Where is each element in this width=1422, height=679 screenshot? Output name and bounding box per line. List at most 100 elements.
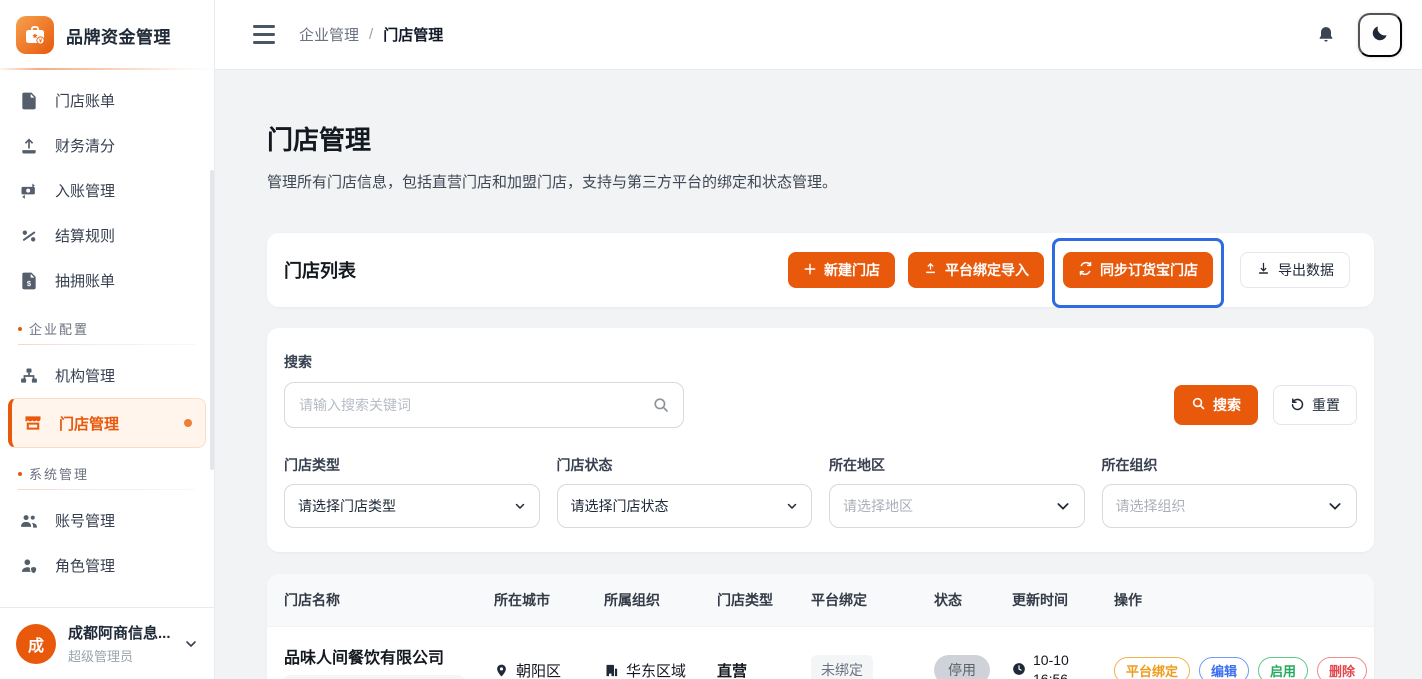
- updated-time: 16:56: [1033, 671, 1069, 679]
- select-value: 请选择组织: [1116, 496, 1186, 516]
- logo-divider: [0, 68, 214, 70]
- sidebar-item-commission-bills[interactable]: $ 抽拥账单: [0, 258, 214, 303]
- platform-binding-import-button[interactable]: 平台绑定导入: [908, 252, 1044, 288]
- sidebar-item-label: 结算规则: [55, 225, 115, 246]
- sidebar-item-org-mgmt[interactable]: 机构管理: [0, 353, 214, 398]
- users-icon: [18, 510, 40, 532]
- filter-label: 门店类型: [284, 455, 540, 475]
- topbar-actions: [1316, 13, 1402, 57]
- sidebar-toggle-button[interactable]: [253, 25, 275, 44]
- search-button[interactable]: 搜索: [1174, 385, 1258, 425]
- col-header-org: 所属组织: [604, 590, 717, 610]
- section-bullet-icon: [18, 327, 22, 331]
- sidebar-item-income-mgmt[interactable]: 入账管理: [0, 168, 214, 213]
- brand: ¥ 品牌资金管理: [0, 0, 214, 68]
- brand-logo-icon: ¥: [16, 16, 54, 54]
- filter-organization: 所在组织 请选择组织: [1102, 455, 1358, 528]
- sidebar-item-store-mgmt[interactable]: 门店管理: [8, 398, 206, 448]
- chevron-down-icon: [1327, 498, 1343, 514]
- chevron-down-icon: [183, 636, 199, 652]
- search-buttons: 搜索 重置: [1174, 385, 1357, 425]
- filter-label: 门店状态: [557, 455, 813, 475]
- sidebar-item-label: 机构管理: [55, 365, 115, 386]
- sidebar-item-label: 门店账单: [55, 90, 115, 111]
- search-filter-card: 搜索 搜索 重置: [267, 328, 1374, 552]
- filter-label: 所在地区: [829, 455, 1085, 475]
- delete-action-button[interactable]: 删除: [1317, 657, 1367, 679]
- money-transfer-icon: [18, 180, 40, 202]
- create-store-button[interactable]: 新建门店: [788, 252, 895, 288]
- plus-icon: [803, 262, 817, 279]
- sidebar-item-finance-clearing[interactable]: 财务清分: [0, 123, 214, 168]
- sidebar-item-store-bills[interactable]: 门店账单: [0, 78, 214, 123]
- section-bullet-icon: [18, 472, 22, 476]
- col-header-updated: 更新时间: [1012, 590, 1114, 610]
- col-header-city: 所在城市: [494, 590, 604, 610]
- section-divider: [18, 344, 196, 345]
- sidebar-item-label: 门店管理: [59, 413, 119, 434]
- col-header-store-name: 门店名称: [284, 590, 494, 610]
- active-indicator-dot-icon: [184, 419, 192, 427]
- chevron-down-icon: [514, 500, 526, 512]
- filter-label: 所在组织: [1102, 455, 1358, 475]
- store-status-select[interactable]: 请选择门店状态: [557, 484, 813, 528]
- breadcrumb: 企业管理 / 门店管理: [299, 24, 443, 45]
- sync-dinghuobao-stores-label: 同步订货宝门店: [1100, 260, 1198, 280]
- page-title: 门店管理: [267, 120, 1374, 157]
- city-cell: 朝阳区: [494, 660, 604, 679]
- search-row: 搜索 重置: [284, 382, 1357, 428]
- reset-button-label: 重置: [1312, 395, 1340, 415]
- user-info: 成都阿商信息... 超级管理员: [68, 622, 171, 665]
- binding-cell: 未绑定: [811, 655, 934, 679]
- sidebar-scrollbar[interactable]: [210, 170, 214, 470]
- table-row: 品味人间餐饮有限公司 ST2025101005900771561 朝阳区 华东区…: [267, 626, 1374, 679]
- region-select[interactable]: 请选择地区: [829, 484, 1085, 528]
- binding-status-badge: 未绑定: [811, 655, 873, 679]
- col-header-status: 状态: [934, 590, 1012, 610]
- updated-time-cell: 10-10 16:56: [1012, 652, 1114, 679]
- dark-mode-toggle-button[interactable]: [1358, 13, 1402, 57]
- sidebar-item-role-mgmt[interactable]: 角色管理: [0, 543, 214, 588]
- select-value: 请选择地区: [843, 496, 913, 516]
- storefront-icon: [22, 412, 44, 434]
- enable-action-button[interactable]: 启用: [1258, 657, 1308, 679]
- user-menu[interactable]: 成 成都阿商信息... 超级管理员: [0, 607, 214, 679]
- search-icon: [1191, 396, 1206, 414]
- clock-icon: [1012, 662, 1026, 679]
- reset-undo-icon: [1290, 396, 1305, 414]
- breadcrumb-parent[interactable]: 企业管理: [299, 24, 359, 45]
- org-label: 华东区域: [626, 660, 686, 679]
- organization-select[interactable]: 请选择组织: [1102, 484, 1358, 528]
- edit-action-button[interactable]: 编辑: [1199, 657, 1249, 679]
- sidebar-item-account-mgmt[interactable]: 账号管理: [0, 498, 214, 543]
- store-code-badge: ST2025101005900771561: [284, 675, 464, 679]
- sync-dinghuobao-stores-button[interactable]: 同步订货宝门店: [1063, 252, 1213, 288]
- export-data-button[interactable]: 导出数据: [1240, 252, 1350, 288]
- upload-icon: [18, 135, 40, 157]
- notifications-bell-icon[interactable]: [1316, 25, 1336, 45]
- store-list-title: 门店列表: [284, 257, 356, 283]
- org-cell: 华东区域: [604, 660, 717, 679]
- upload-icon: [923, 261, 938, 279]
- col-header-type: 门店类型: [717, 590, 811, 610]
- store-type-cell: 直营: [717, 660, 811, 679]
- city-label: 朝阳区: [516, 660, 561, 679]
- sidebar-item-label: 账号管理: [55, 510, 115, 531]
- updated-time-text: 10-10 16:56: [1033, 652, 1069, 679]
- store-name: 品味人间餐饮有限公司: [284, 644, 494, 668]
- reset-button[interactable]: 重置: [1273, 385, 1357, 425]
- sidebar-item-label: 财务清分: [55, 135, 115, 156]
- status-badge: 停用: [934, 655, 990, 679]
- platform-bind-action-button[interactable]: 平台绑定: [1114, 657, 1190, 679]
- platform-binding-import-label: 平台绑定导入: [945, 260, 1029, 280]
- store-list-card: 门店列表 新建门店 平台绑定导入 同步订货宝门: [267, 233, 1374, 307]
- filters: 门店类型 请选择门店类型 门店状态 请选择门店状态 所在地区: [284, 455, 1357, 528]
- brand-title: 品牌资金管理: [66, 23, 171, 48]
- search-input[interactable]: [284, 382, 684, 428]
- user-shield-icon: [18, 555, 40, 577]
- export-data-label: 导出数据: [1278, 260, 1334, 280]
- sidebar-item-settlement-rules[interactable]: 结算规则: [0, 213, 214, 258]
- section-company-config: 企业配置: [0, 303, 214, 344]
- store-type-select[interactable]: 请选择门店类型: [284, 484, 540, 528]
- search-button-label: 搜索: [1213, 395, 1241, 415]
